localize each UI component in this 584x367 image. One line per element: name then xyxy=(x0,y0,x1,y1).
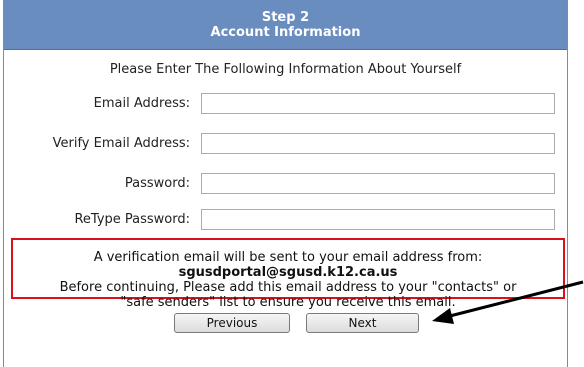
intro-text: Please Enter The Following Information A… xyxy=(109,62,462,77)
retype-password-label: ReType Password: xyxy=(74,212,190,227)
notice-line-3: "safe senders" list to ensure you receiv… xyxy=(120,295,456,310)
next-button[interactable]: Next xyxy=(306,313,419,333)
previous-button[interactable]: Previous xyxy=(174,313,290,333)
step-number: Step 2 xyxy=(261,10,310,25)
email-field[interactable] xyxy=(201,93,555,114)
email-label: Email Address: xyxy=(93,96,190,111)
notice-line-2: Before continuing, Please add this email… xyxy=(59,280,517,295)
password-field[interactable] xyxy=(201,173,555,194)
step-title: Account Information xyxy=(210,25,361,40)
verify-email-label: Verify Email Address: xyxy=(52,136,190,151)
password-label: Password: xyxy=(124,176,190,191)
verify-email-field[interactable] xyxy=(201,133,555,154)
retype-password-field[interactable] xyxy=(201,209,555,230)
step-header: Step 2 Account Information xyxy=(4,0,567,50)
notice-sender-email: sgusdportal@sgusd.k12.ca.us xyxy=(178,265,398,280)
notice-line-1: A verification email will be sent to you… xyxy=(93,250,483,265)
account-info-panel: Step 2 Account Information Please Enter … xyxy=(3,0,568,367)
verification-notice: A verification email will be sent to you… xyxy=(11,238,565,310)
